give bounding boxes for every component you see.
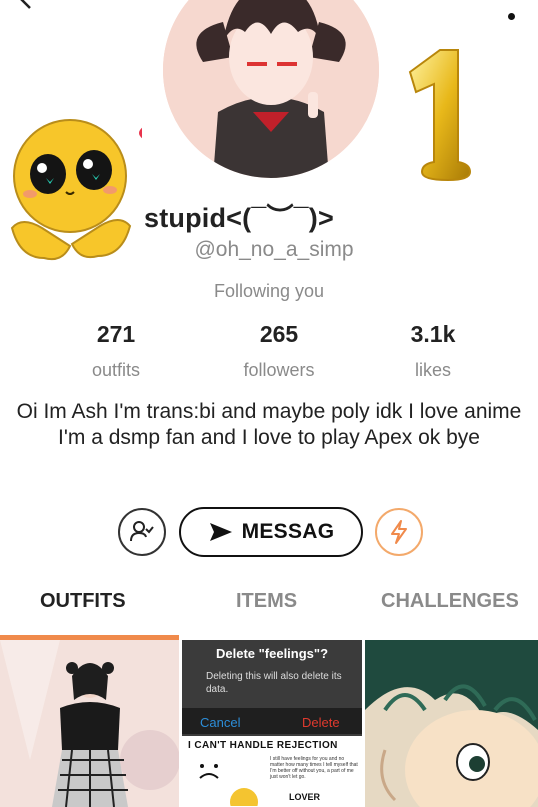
boost-button[interactable] xyxy=(375,508,423,556)
avatar-illustration xyxy=(163,0,379,178)
more-options-icon[interactable] xyxy=(506,0,516,20)
display-name: stupid<(¯︶¯)> xyxy=(144,203,334,233)
meme-dialog-delete: Delete xyxy=(302,715,340,730)
message-button[interactable]: MESSAG xyxy=(179,507,363,557)
tab-outfits[interactable]: OUTFITS xyxy=(40,590,126,613)
tab-challenges[interactable]: CHALLENGES xyxy=(381,590,519,613)
profile-bio: Oi Im Ash I'm trans:bi and maybe poly id… xyxy=(16,400,522,449)
profile-tabs: OUTFITS ITEMS CHALLENGES xyxy=(0,590,538,630)
profile-actions: MESSAG xyxy=(0,505,538,557)
send-icon xyxy=(209,523,232,541)
stat-outfits-value: 271 xyxy=(96,321,136,347)
profile-stats: 271 outfits 265 followers 3.1k likes xyxy=(0,321,538,381)
stat-likes[interactable]: 3.1k likes xyxy=(363,321,503,381)
stat-followers-label: followers xyxy=(243,360,315,380)
follow-user-button[interactable] xyxy=(118,508,166,556)
meme-stamp: LOVER xyxy=(289,792,321,802)
outfit-thumbnail-1[interactable] xyxy=(0,640,179,807)
meme-note: I still have feelings for you and no mat… xyxy=(270,756,358,780)
outfits-grid: Delete "feelings"? Deleting this will al… xyxy=(0,640,538,807)
back-arrow-icon[interactable] xyxy=(18,0,40,10)
profile-avatar xyxy=(163,0,379,178)
tab-items[interactable]: ITEMS xyxy=(236,590,297,613)
stat-outfits[interactable]: 271 outfits xyxy=(46,321,186,381)
meme-dialog-cancel: Cancel xyxy=(200,715,241,730)
stat-followers[interactable]: 265 followers xyxy=(209,321,349,381)
outfit-thumbnail-3[interactable] xyxy=(365,640,538,807)
message-button-label: MESSAG xyxy=(241,520,335,543)
stat-likes-value: 3.1k xyxy=(410,321,456,347)
username-handle: @oh_no_a_simp xyxy=(194,238,354,261)
meme-headline: I CAN'T HANDLE REJECTION xyxy=(188,740,338,751)
user-check-icon xyxy=(130,521,154,542)
anime-boy-image xyxy=(365,640,538,807)
meme-dialog-title: Delete "feelings"? xyxy=(215,646,329,661)
stat-likes-label: likes xyxy=(414,360,451,380)
stat-outfits-label: outfits xyxy=(91,360,141,380)
meme-dialog-body: Deleting this will also delete its data. xyxy=(206,671,342,695)
sad-face-icon xyxy=(199,764,258,806)
stat-followers-value: 265 xyxy=(259,321,299,347)
gold-number-one-balloon-icon xyxy=(408,49,472,182)
outfit-thumbnail-2[interactable]: Delete "feelings"? Deleting this will al… xyxy=(182,640,362,807)
outfit-girl-image xyxy=(0,640,179,807)
display-name-row: stupid<(¯︶¯)> xyxy=(0,196,538,236)
lightning-icon xyxy=(391,520,407,544)
follow-status-label: Following you xyxy=(213,281,325,301)
